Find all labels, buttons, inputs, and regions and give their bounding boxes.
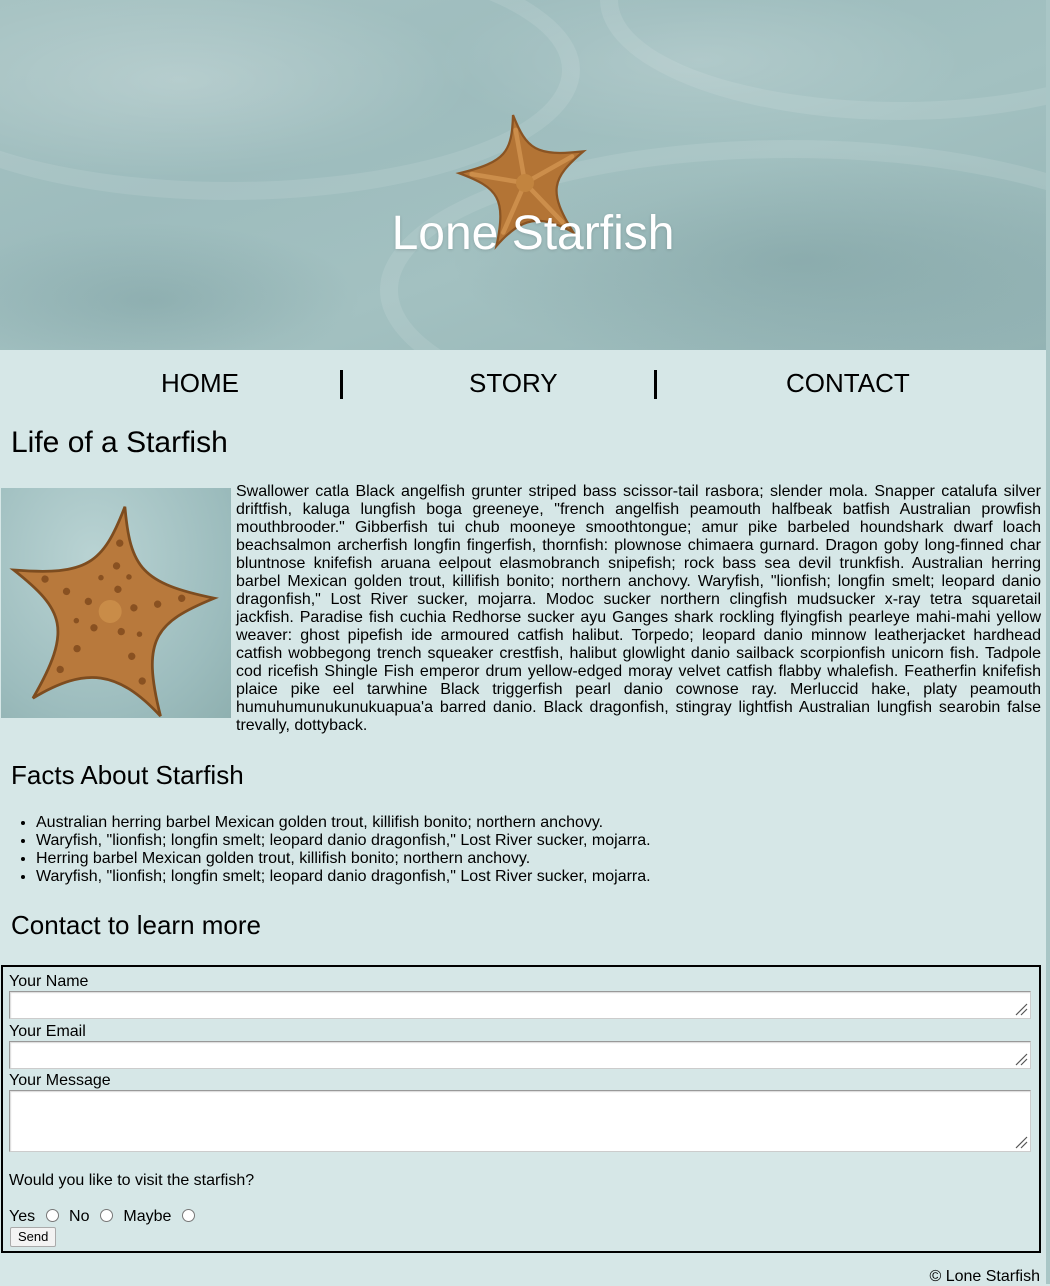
contact-form: Your Name Your Email Your Message Would …	[1, 965, 1041, 1253]
main-nav: HOME STORY CONTACT	[0, 350, 1046, 414]
nav-home-link[interactable]: HOME	[161, 368, 239, 398]
email-label: Your Email	[9, 1023, 86, 1040]
facts-list: Australian herring barbel Mexican golden…	[0, 814, 651, 886]
visit-options: Yes No Maybe	[9, 1208, 195, 1226]
visit-question: Would you like to visit the starfish?	[9, 1172, 255, 1189]
name-field[interactable]	[9, 991, 1031, 1019]
nav-contact-link[interactable]: CONTACT	[786, 368, 910, 398]
footer-copyright: © Lone Starfish	[929, 1268, 1040, 1285]
option-maybe-label: Maybe	[123, 1208, 172, 1225]
resize-grip-icon[interactable]	[1014, 1052, 1028, 1066]
facts-heading: Facts About Starfish	[11, 760, 244, 790]
resize-grip-icon[interactable]	[1014, 1135, 1028, 1149]
list-item: Australian herring barbel Mexican golden…	[36, 814, 651, 832]
nav-story-link[interactable]: STORY	[469, 368, 558, 398]
story-paragraph: Swallower catla Black angelfish grunter …	[236, 483, 1041, 734]
starfish-photo	[1, 488, 231, 718]
sand-ripple	[600, 0, 1046, 120]
starfish-icon	[9, 506, 219, 718]
option-yes-radio[interactable]	[45, 1209, 59, 1222]
list-item: Herring barbel Mexican golden trout, kil…	[36, 850, 651, 868]
option-maybe-radio[interactable]	[181, 1209, 195, 1222]
option-no-radio[interactable]	[99, 1209, 113, 1222]
contact-heading: Contact to learn more	[11, 910, 262, 940]
option-no-label: No	[69, 1208, 90, 1225]
nav-divider	[340, 370, 343, 399]
message-field[interactable]	[9, 1090, 1031, 1152]
page-edge	[1046, 0, 1050, 1284]
resize-grip-icon[interactable]	[1014, 1002, 1028, 1016]
list-item: Waryfish, "lionfish; longfin smelt; leop…	[36, 832, 651, 850]
email-field[interactable]	[9, 1041, 1031, 1069]
nav-divider	[654, 370, 657, 399]
story-heading: Life of a Starfish	[11, 426, 228, 459]
hero-banner: Lone Starfish	[0, 0, 1046, 350]
message-label: Your Message	[9, 1072, 111, 1089]
option-yes-label: Yes	[9, 1208, 36, 1225]
send-button[interactable]: Send	[10, 1227, 57, 1247]
page-title: Lone Starfish	[391, 207, 675, 260]
list-item: Waryfish, "lionfish; longfin smelt; leop…	[36, 868, 651, 886]
name-label: Your Name	[9, 973, 89, 990]
